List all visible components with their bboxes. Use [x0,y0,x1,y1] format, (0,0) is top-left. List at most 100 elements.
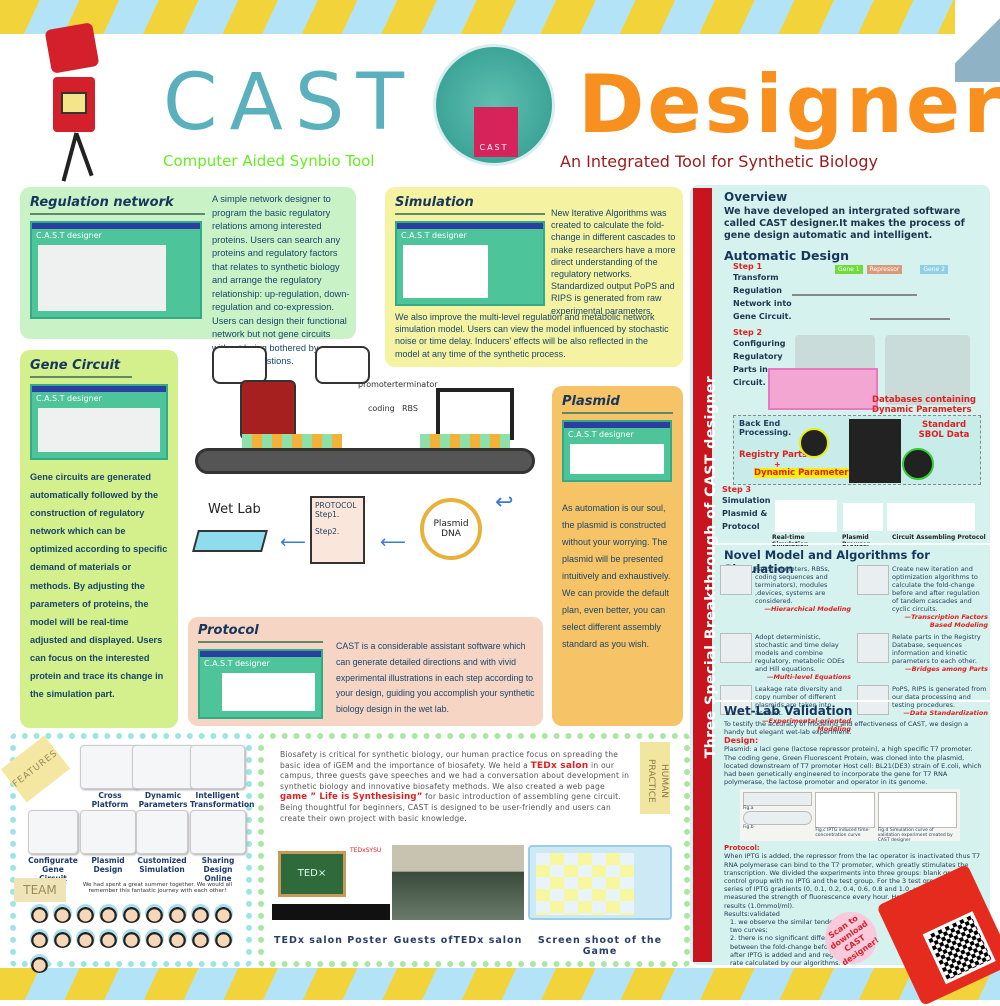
overview-title: Overview [724,190,788,204]
step1-text: Transform Regulation Network into Gene C… [733,273,792,321]
wet-lab-label: Wet Lab [208,502,261,517]
novel-item: Create new iteration and optimization al… [857,565,988,629]
simulation-text-1: New Iterative Algorithms was created to … [551,208,676,316]
team-member-avatar [53,929,72,948]
tedx-guests-photo [392,845,524,920]
novel-item: Relate parts in the Registry Database, s… [857,633,988,681]
vertical-title: Three Special Breakthrough of CAST desig… [703,375,719,759]
gene-labels: Gene 1 Repressor Gene 2 [835,265,948,274]
circuit-line [870,312,950,320]
step3-label: Step 3 [722,485,752,494]
divider [712,700,990,702]
plasmid-dna-icon: Plasmid DNA [420,498,482,560]
novel-tag: —Bridges among Parts [905,665,988,673]
subtitle-right: An Integrated Tool for Synthetic Biology [560,152,878,171]
app-logo: C.A.S.T designer [36,231,102,240]
fig-d: Fig.d Simulation curve of validation exp… [877,792,957,843]
feature-customized-simulation: Customized Simulation [136,810,188,874]
team-member-avatar [191,929,210,948]
gene-circuit-panel: Gene Circuit C.A.S.T designer Gene circu… [20,350,178,728]
novel-text: Create new iteration and optimization al… [892,565,980,613]
wetlab-intro: To testify the accuracy of modeling and … [724,720,969,737]
database-table [768,368,878,410]
backend-box: Back End Processing. Registry Parts + Dy… [733,415,981,485]
simulation-title: Simulation [395,195,545,215]
novel-item: Adopt deterministic, stochastic and time… [720,633,851,681]
app-logo: C.A.S.T designer [401,231,467,240]
game-highlight: game ” Life is Synthesising” [280,792,423,803]
gene-circuit-text: Gene circuits are generated automaticall… [30,472,168,700]
fig-caption: Fig.d Simulation curve of validation exp… [877,828,953,844]
protocol-sheet-title: PROTOCOL [315,501,357,510]
protocol-step: Step1. [315,510,340,519]
team-member-avatar [30,904,49,923]
feature-label: Cross Platform [91,791,129,809]
magnifier-icon [799,428,829,458]
protocol-screenshot: C.A.S.T designer [198,649,323,719]
team-member-avatar [168,929,187,948]
team-member-avatar [76,904,95,923]
caption-tedx-poster: TEDx salon Poster [273,935,389,946]
plasmid-text: As automation is our soul, the plasmid i… [562,503,671,649]
top-stripe-border [0,0,1000,34]
assembly-thumb [887,503,975,531]
team-member-avatar [122,904,141,923]
feature-dynamic-parameters: Dynamic Parameters Database [132,745,194,818]
chalkboard: TED× [278,851,346,897]
step2-label: Step 2 [733,328,763,337]
conveyor-belt [195,448,535,474]
divider [712,543,990,545]
team-member-avatar [145,904,164,923]
magnifier-icon [902,448,934,480]
team-member-avatar [122,929,141,948]
plasmid-screenshot: C.A.S.T designer [562,420,672,482]
sbol-label: Standard SBOL Data [918,420,970,440]
simulation-thumb [775,500,837,532]
plasmid-title: Plasmid [562,394,673,414]
poster-org: TEDxSYSU [350,847,382,854]
step3-text: Simulation Plasmid & Protocol [722,496,771,531]
wetlab-title: Wet-Lab Validation [724,704,853,718]
qr-code[interactable] [922,911,996,985]
fig-ab: Fig.a Fig.b [743,792,813,838]
database-label: Databases containing Dynamic Parameters [872,395,976,415]
overview-text: We have developed an intergrated softwar… [724,206,965,241]
team-tag: TEAM [14,878,66,902]
arrow-left-icon: ⟵ [280,532,306,553]
design-label: Design: [724,736,759,746]
team-member-avatar [30,954,49,973]
robot-icon [240,380,296,440]
part-rbs: RBS [402,404,418,413]
monitor-icon [436,388,514,440]
feature-label: Plasmid Design [91,856,125,874]
novel-text: Parts(promoters, RBSs, coding sequences … [755,565,830,605]
regulation-network-panel: Regulation network C.A.S.T designer A si… [20,187,356,366]
team-member-avatar [76,929,95,948]
team-member-avatar [53,904,72,923]
output-label: Real-time Simulation [772,534,808,548]
backend-label: Back End Processing. [739,419,792,437]
team-member-avatar [99,929,118,948]
step1-label: Step 1 [733,262,763,271]
gene-2-label: Gene 2 [920,265,948,274]
novel-text: Relate parts in the Registry Database, s… [892,633,981,665]
team-avatars [28,903,243,978]
title-cast: CAST [163,58,416,148]
poster-footer [272,904,390,920]
team-member-avatar [214,929,233,948]
pipeline-illustration: promoter terminator coding RBS Wet Lab ⟵… [190,340,545,615]
feature-configurate-gene-circuit: Configurate Gene Circuit [28,810,78,883]
human-practice-text: Biosafety is critical for synthetic biol… [280,750,630,824]
repressor-label: Repressor [866,265,903,274]
part-coding: coding [368,404,395,413]
app-logo: C.A.S.T designer [36,394,102,403]
novel-tag: —Multi-level Equations [766,673,851,681]
proteins-bubble [315,346,370,384]
step1: Step 1 Transform Regulation Network into… [733,262,793,323]
overview-section: Overview We have developed an intergrate… [724,190,986,265]
simulation-screenshot: C.A.S.T designer [395,221,545,306]
novel-tag: —Transcription Factors Based Modeling [904,613,988,629]
output-label: Circuit Assembling Protocol [892,534,986,541]
fig-caption: Fig.a [743,806,754,812]
tedx-poster: TED× TEDxSYSU [272,845,390,920]
